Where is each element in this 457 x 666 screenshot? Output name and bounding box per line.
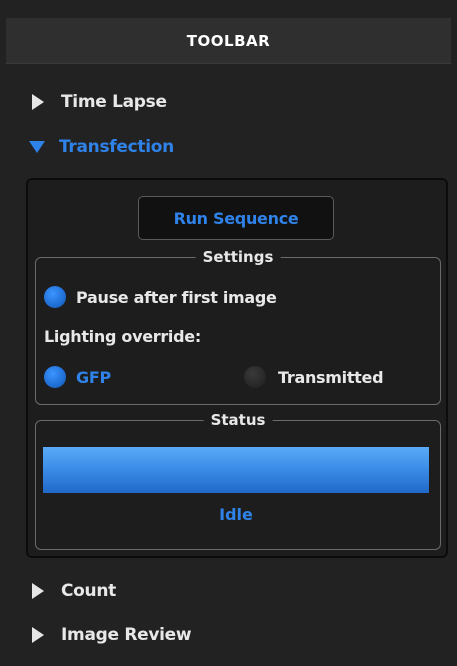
section-count-label: Count [61, 581, 116, 601]
pause-after-first-image-option[interactable]: Pause after first image [44, 286, 277, 308]
status-group-title: Status [203, 410, 273, 430]
toolbar-panel: TOOLBAR Time Lapse Transfection Run Sequ… [0, 0, 457, 666]
pause-radio-icon [44, 286, 66, 308]
lighting-override-label: Lighting override: [44, 327, 201, 346]
expand-arrow-icon [32, 583, 44, 599]
toolbar-header: TOOLBAR [6, 18, 451, 64]
toolbar-title: TOOLBAR [186, 31, 271, 50]
expand-arrow-icon [32, 627, 44, 643]
lighting-option-gfp-label: GFP [76, 367, 111, 387]
run-sequence-button[interactable]: Run Sequence [138, 196, 334, 240]
lighting-option-transmitted-label: Transmitted [278, 367, 384, 387]
status-progress-fill [43, 447, 429, 493]
settings-group-title: Settings [195, 247, 281, 267]
lighting-option-transmitted[interactable]: Transmitted [244, 366, 384, 388]
section-transfection-label: Transfection [59, 137, 174, 157]
section-image-review-label: Image Review [61, 625, 192, 645]
section-transfection[interactable]: Transfection [29, 132, 174, 162]
section-image-review[interactable]: Image Review [30, 620, 192, 650]
section-count[interactable]: Count [30, 576, 116, 606]
expand-arrow-icon [32, 94, 44, 110]
status-text: Idle [219, 505, 253, 524]
transmitted-radio-icon [244, 366, 266, 388]
section-time-lapse[interactable]: Time Lapse [30, 87, 167, 117]
status-progress-bar [43, 447, 429, 493]
gfp-radio-icon [44, 366, 66, 388]
collapse-arrow-icon [29, 141, 45, 153]
lighting-option-gfp[interactable]: GFP [44, 366, 111, 388]
pause-after-first-image-label: Pause after first image [76, 287, 277, 307]
section-time-lapse-label: Time Lapse [61, 92, 167, 112]
